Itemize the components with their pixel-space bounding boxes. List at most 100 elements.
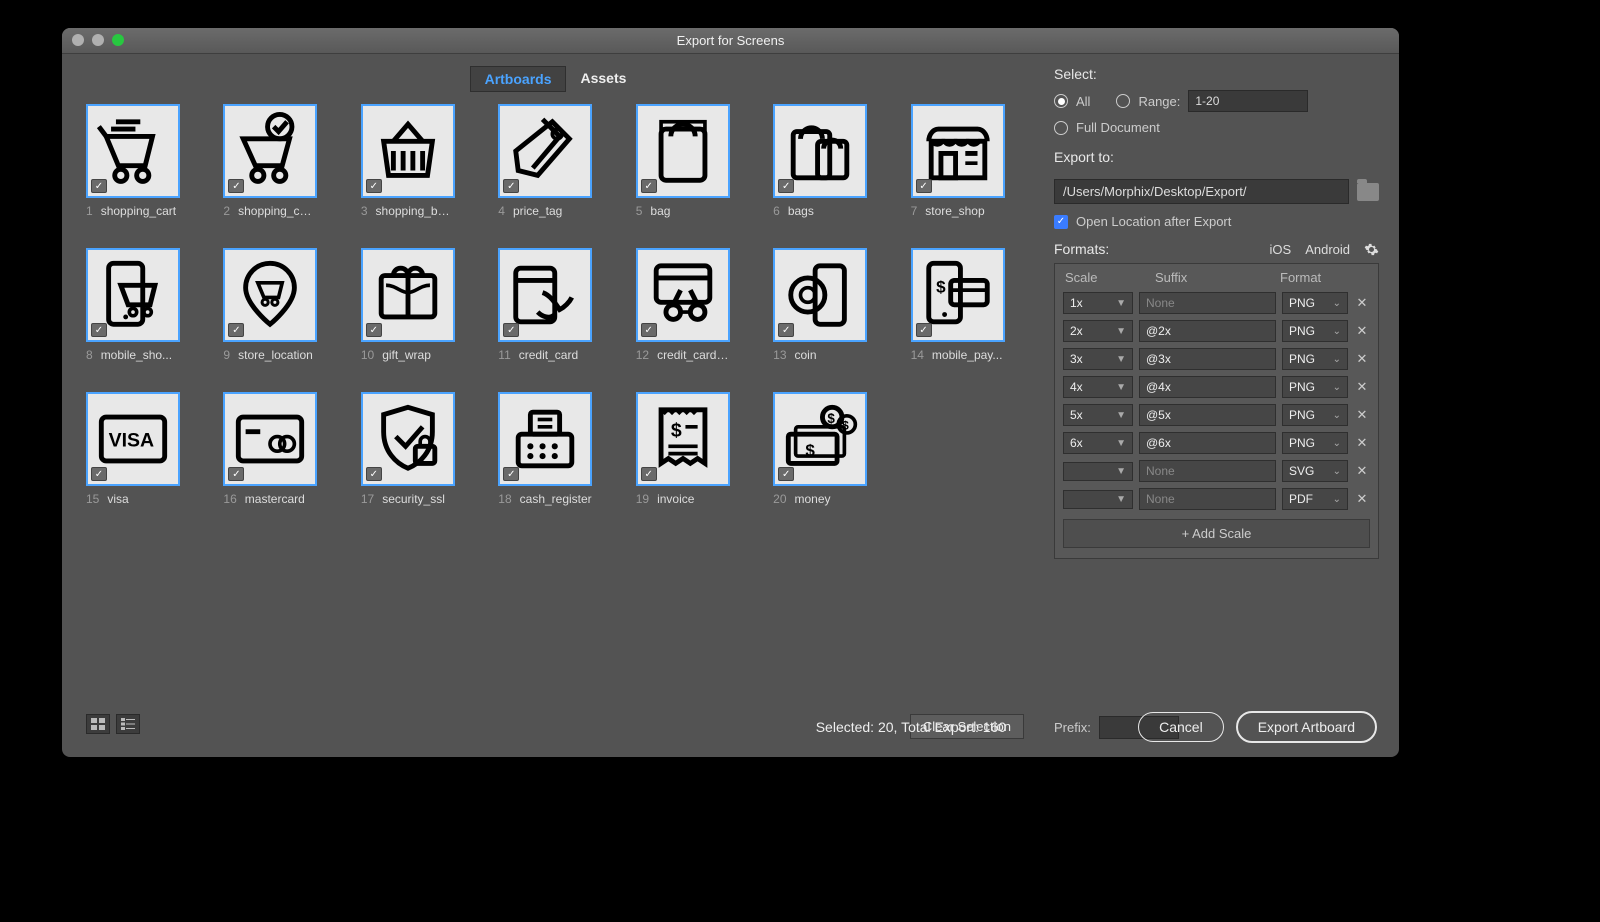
artboard-thumb[interactable]: ✓ (361, 104, 455, 198)
artboard-item[interactable]: ✓ 20 money (773, 392, 867, 506)
scale-select[interactable]: 5x▼ (1063, 404, 1133, 426)
artboard-item[interactable]: ✓ 2 shopping_ca... (223, 104, 317, 218)
artboard-thumb[interactable]: ✓ (86, 104, 180, 198)
format-select[interactable]: PNG⌄ (1282, 432, 1348, 454)
radio-full-document[interactable] (1054, 121, 1068, 135)
android-preset-link[interactable]: Android (1305, 242, 1350, 257)
ios-preset-link[interactable]: iOS (1270, 242, 1292, 257)
format-select[interactable]: PNG⌄ (1282, 404, 1348, 426)
artboard-item[interactable]: ✓ 15 visa (86, 392, 180, 506)
suffix-input[interactable]: None (1139, 292, 1276, 314)
tab-assets[interactable]: Assets (566, 66, 640, 92)
artboard-thumb[interactable]: ✓ (498, 392, 592, 486)
artboard-thumb[interactable]: ✓ (636, 104, 730, 198)
folder-icon[interactable] (1357, 183, 1379, 201)
scale-select[interactable]: 2x▼ (1063, 320, 1133, 342)
tab-artboards[interactable]: Artboards (470, 66, 567, 92)
suffix-input[interactable]: @5x (1139, 404, 1276, 426)
artboard-checkbox[interactable]: ✓ (916, 179, 932, 193)
add-scale-button[interactable]: + Add Scale (1063, 519, 1370, 548)
artboard-checkbox[interactable]: ✓ (778, 179, 794, 193)
suffix-input[interactable]: @3x (1139, 348, 1276, 370)
close-window-button[interactable] (72, 34, 84, 46)
delete-row-button[interactable]: ✕ (1354, 295, 1370, 311)
range-input[interactable] (1188, 90, 1308, 112)
artboard-checkbox[interactable]: ✓ (503, 179, 519, 193)
artboard-thumb[interactable]: ✓ (86, 248, 180, 342)
export-path-input[interactable] (1054, 179, 1349, 204)
artboard-thumb[interactable]: ✓ (223, 104, 317, 198)
artboard-thumb[interactable]: ✓ (911, 248, 1005, 342)
delete-row-button[interactable]: ✕ (1354, 463, 1370, 479)
scale-select[interactable]: ▼ (1063, 462, 1133, 481)
artboard-item[interactable]: ✓ 11 credit_card (498, 248, 592, 362)
scale-select[interactable]: 3x▼ (1063, 348, 1133, 370)
delete-row-button[interactable]: ✕ (1354, 491, 1370, 507)
scale-select[interactable]: 1x▼ (1063, 292, 1133, 314)
gear-icon[interactable] (1364, 242, 1379, 257)
artboard-item[interactable]: ✓ 18 cash_register (498, 392, 592, 506)
format-select[interactable]: PNG⌄ (1282, 292, 1348, 314)
format-select[interactable]: PNG⌄ (1282, 348, 1348, 370)
artboard-checkbox[interactable]: ✓ (916, 323, 932, 337)
delete-row-button[interactable]: ✕ (1354, 351, 1370, 367)
artboard-thumb[interactable]: ✓ (498, 104, 592, 198)
artboard-item[interactable]: ✓ 7 store_shop (911, 104, 1005, 218)
artboard-item[interactable]: ✓ 1 shopping_cart (86, 104, 180, 218)
artboard-item[interactable]: ✓ 16 mastercard (223, 392, 317, 506)
format-select[interactable]: PNG⌄ (1282, 376, 1348, 398)
artboard-item[interactable]: ✓ 12 credit_card_... (636, 248, 730, 362)
artboard-item[interactable]: ✓ 14 mobile_pay... (911, 248, 1005, 362)
artboard-checkbox[interactable]: ✓ (91, 179, 107, 193)
artboard-item[interactable]: ✓ 4 price_tag (498, 104, 592, 218)
radio-range[interactable] (1116, 94, 1130, 108)
delete-row-button[interactable]: ✕ (1354, 323, 1370, 339)
artboard-item[interactable]: ✓ 10 gift_wrap (361, 248, 455, 362)
suffix-input[interactable]: None (1139, 488, 1276, 510)
artboard-item[interactable]: ✓ 8 mobile_sho... (86, 248, 180, 362)
artboard-checkbox[interactable]: ✓ (641, 467, 657, 481)
format-select[interactable]: PDF⌄ (1282, 488, 1348, 510)
artboard-item[interactable]: ✓ 9 store_location (223, 248, 317, 362)
format-select[interactable]: SVG⌄ (1282, 460, 1348, 482)
artboard-checkbox[interactable]: ✓ (641, 323, 657, 337)
artboard-checkbox[interactable]: ✓ (366, 323, 382, 337)
scale-select[interactable]: 6x▼ (1063, 432, 1133, 454)
artboard-checkbox[interactable]: ✓ (778, 323, 794, 337)
artboard-checkbox[interactable]: ✓ (503, 467, 519, 481)
artboard-thumb[interactable]: ✓ (86, 392, 180, 486)
maximize-window-button[interactable] (112, 34, 124, 46)
artboard-thumb[interactable]: ✓ (636, 248, 730, 342)
artboard-item[interactable]: ✓ 3 shopping_ba... (361, 104, 455, 218)
suffix-input[interactable]: None (1139, 460, 1276, 482)
artboard-thumb[interactable]: ✓ (223, 248, 317, 342)
delete-row-button[interactable]: ✕ (1354, 407, 1370, 423)
artboard-checkbox[interactable]: ✓ (503, 323, 519, 337)
artboard-thumb[interactable]: ✓ (773, 104, 867, 198)
artboard-checkbox[interactable]: ✓ (91, 467, 107, 481)
artboard-thumb[interactable]: ✓ (498, 248, 592, 342)
artboard-checkbox[interactable]: ✓ (366, 179, 382, 193)
artboard-checkbox[interactable]: ✓ (228, 467, 244, 481)
artboard-checkbox[interactable]: ✓ (366, 467, 382, 481)
artboard-item[interactable]: ✓ 19 invoice (636, 392, 730, 506)
artboard-thumb[interactable]: ✓ (361, 392, 455, 486)
delete-row-button[interactable]: ✕ (1354, 435, 1370, 451)
minimize-window-button[interactable] (92, 34, 104, 46)
artboard-thumb[interactable]: ✓ (773, 392, 867, 486)
artboard-thumb[interactable]: ✓ (223, 392, 317, 486)
artboard-item[interactable]: ✓ 17 security_ssl (361, 392, 455, 506)
format-select[interactable]: PNG⌄ (1282, 320, 1348, 342)
artboard-item[interactable]: ✓ 13 coin (773, 248, 867, 362)
delete-row-button[interactable]: ✕ (1354, 379, 1370, 395)
artboard-checkbox[interactable]: ✓ (228, 323, 244, 337)
artboard-checkbox[interactable]: ✓ (641, 179, 657, 193)
artboard-checkbox[interactable]: ✓ (228, 179, 244, 193)
artboard-checkbox[interactable]: ✓ (91, 323, 107, 337)
suffix-input[interactable]: @6x (1139, 432, 1276, 454)
artboard-checkbox[interactable]: ✓ (778, 467, 794, 481)
artboard-item[interactable]: ✓ 5 bag (636, 104, 730, 218)
cancel-button[interactable]: Cancel (1138, 712, 1224, 742)
artboard-item[interactable]: ✓ 6 bags (773, 104, 867, 218)
artboard-thumb[interactable]: ✓ (361, 248, 455, 342)
